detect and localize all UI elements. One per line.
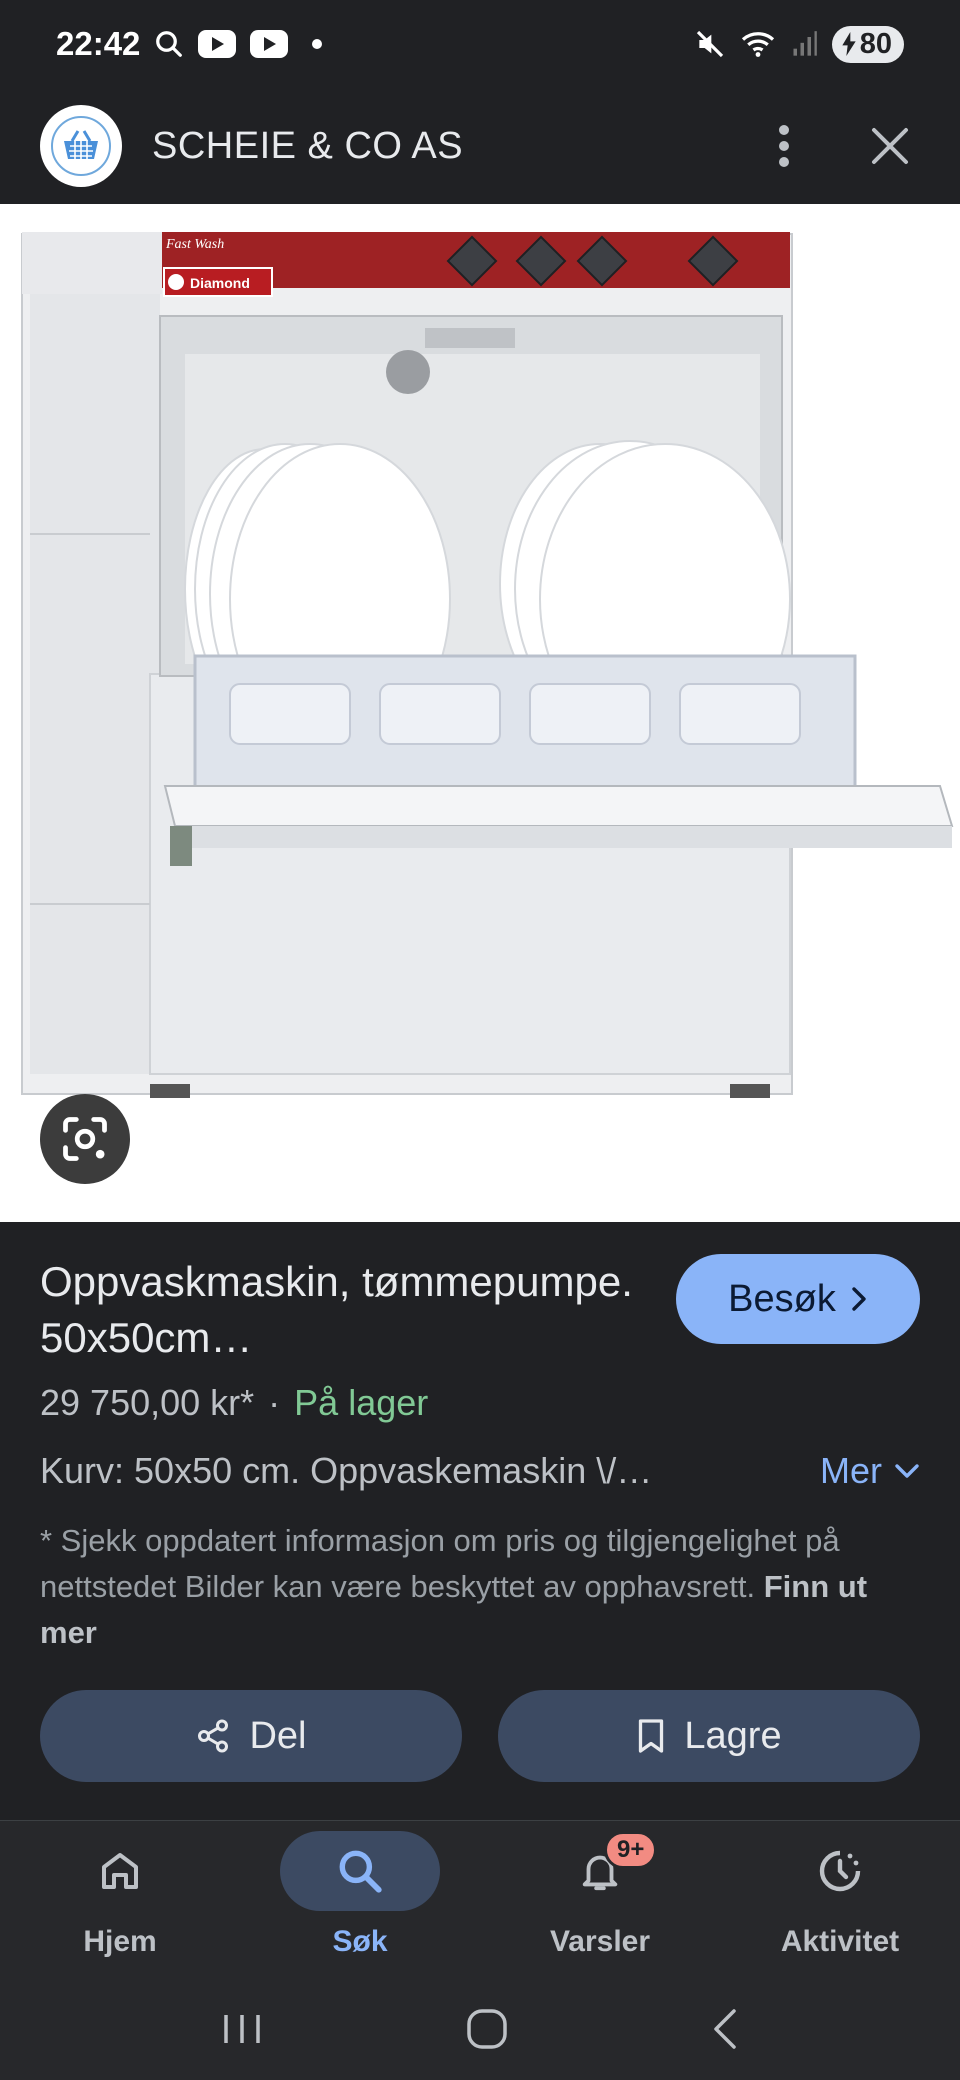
nav-pill — [760, 1831, 920, 1911]
close-icon[interactable] — [860, 116, 920, 176]
brand-label: Diamond — [190, 275, 250, 291]
dot-icon — [312, 39, 323, 49]
disclaimer-text: * Sjekk oppdatert informasjon om pris og… — [40, 1523, 840, 1604]
activity-icon — [819, 1850, 861, 1892]
mute-icon — [694, 28, 726, 60]
status-time: 22:42 — [56, 25, 141, 62]
description-row: Kurv: 50x50 cm. Oppvaskemaskin \/… Mer — [40, 1450, 920, 1500]
dishwasher-illustration: Diamond Fast Wash — [21, 232, 954, 1098]
nav-label: Varsler — [549, 1925, 651, 1958]
battery-level: 80 — [859, 27, 892, 60]
more-label: Mer — [820, 1450, 882, 1491]
save-label: Lagre — [684, 1714, 782, 1757]
battery-charging-icon: 80 — [831, 25, 904, 63]
signal-icon — [790, 30, 818, 58]
status-right: 80 — [694, 25, 904, 63]
basket-icon — [51, 116, 111, 176]
wifi-icon — [740, 29, 776, 59]
youtube-icon — [250, 30, 289, 58]
nav-item-activity[interactable]: Aktivitet — [720, 1821, 960, 1982]
site-name[interactable]: SCHEIE & CO AS — [152, 125, 754, 168]
save-button[interactable]: Lagre — [498, 1690, 920, 1782]
price: 29 750,00 kr* — [40, 1382, 255, 1423]
system-nav-bar — [0, 1982, 960, 2080]
stock-status: På lager — [294, 1382, 429, 1423]
more-vert-icon[interactable] — [754, 116, 814, 176]
more-button[interactable]: Mer — [820, 1450, 920, 1492]
product-title[interactable]: Oppvaskmaskin, tømmepumpe. 50x50cm… — [40, 1254, 640, 1366]
price-row: 29 750,00 kr* · På lager — [40, 1382, 428, 1424]
nav-pill: 9+ — [520, 1831, 680, 1911]
share-icon — [198, 1719, 229, 1753]
share-button[interactable]: Del — [40, 1690, 462, 1782]
chevron-down-icon — [895, 1464, 919, 1478]
action-buttons: Del Lagre — [40, 1690, 920, 1782]
separator: · — [268, 1382, 281, 1423]
notification-badge: 9+ — [604, 1831, 658, 1869]
site-logo[interactable] — [40, 105, 122, 187]
model-label: Fast Wash — [165, 237, 224, 252]
nav-label: Hjem — [83, 1925, 157, 1958]
youtube-icon — [198, 30, 237, 58]
disclaimer: * Sjekk oppdatert informasjon om pris og… — [40, 1518, 920, 1656]
chevron-right-icon — [852, 1287, 866, 1311]
bookmark-icon — [639, 1719, 664, 1753]
home-button-icon[interactable] — [464, 2006, 510, 2057]
google-lens-icon[interactable] — [40, 1094, 130, 1184]
nav-label: Søk — [332, 1925, 388, 1958]
status-bar: 22:42 80 — [0, 0, 960, 88]
nav-label: Aktivitet — [780, 1925, 900, 1958]
nav-item-notifications[interactable]: 9+ Varsler — [480, 1821, 720, 1982]
status-left: 22:42 — [56, 25, 323, 63]
description: Kurv: 50x50 cm. Oppvaskemaskin \/… — [40, 1450, 653, 1491]
result-header: SCHEIE & CO AS — [0, 88, 960, 204]
product-image[interactable]: Diamond Fast Wash — [0, 204, 960, 1222]
nav-pill — [280, 1831, 440, 1911]
back-icon[interactable] — [710, 2007, 740, 2056]
visit-label: Besøk — [728, 1277, 836, 1320]
nav-item-search[interactable]: Søk — [240, 1821, 480, 1982]
share-label: Del — [249, 1714, 307, 1757]
visit-button[interactable]: Besøk — [676, 1254, 920, 1344]
nav-pill — [40, 1831, 200, 1911]
nav-item-home[interactable]: Hjem — [0, 1821, 240, 1982]
recents-icon[interactable] — [220, 2009, 264, 2054]
search-icon — [154, 29, 184, 59]
bottom-nav: Hjem Søk 9+ Varsler Aktivitet — [0, 1820, 960, 1982]
search-icon — [339, 1850, 382, 1893]
home-icon — [102, 1853, 138, 1889]
